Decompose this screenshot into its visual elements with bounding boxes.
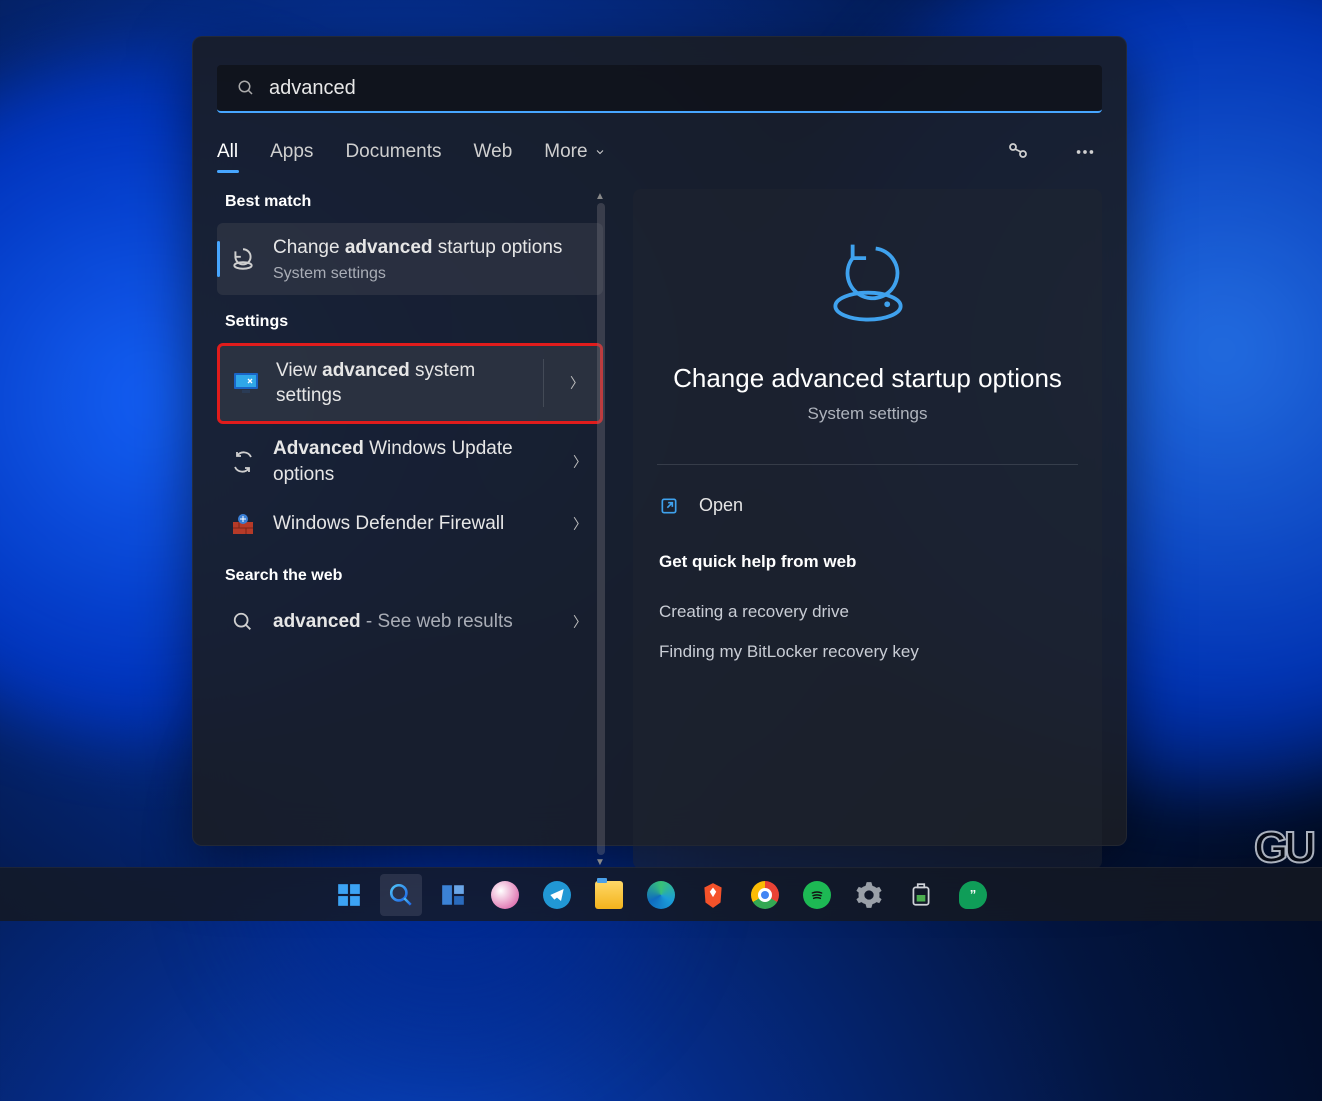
quick-help-header: Get quick help from web xyxy=(659,552,1078,572)
tab-more-label: More xyxy=(544,141,587,163)
recovery-icon xyxy=(229,246,257,272)
scrollbar[interactable]: ▲ ▼ xyxy=(593,189,607,869)
result-title: advanced - See web results xyxy=(273,609,551,635)
quick-link-bitlocker-key[interactable]: Finding my BitLocker recovery key xyxy=(657,632,1078,672)
section-settings: Settings xyxy=(225,313,603,331)
taskbar-app-explorer[interactable] xyxy=(588,874,630,916)
chevron-right-icon[interactable]: 〉 xyxy=(567,612,593,632)
taskbar-app-spotify[interactable] xyxy=(796,874,838,916)
search-icon xyxy=(229,611,257,633)
quick-link-recovery-drive[interactable]: Creating a recovery drive xyxy=(657,592,1078,632)
preview-card: Change advanced startup options System s… xyxy=(633,189,1102,869)
result-search-web[interactable]: advanced - See web results 〉 xyxy=(217,597,603,647)
tab-apps[interactable]: Apps xyxy=(270,141,313,163)
taskbar-app-brave[interactable] xyxy=(692,874,734,916)
chevron-right-icon[interactable]: 〉 xyxy=(567,514,593,534)
more-options-icon[interactable] xyxy=(1068,135,1102,169)
tab-all[interactable]: All xyxy=(217,141,238,163)
result-subtitle: System settings xyxy=(273,265,593,283)
result-windows-defender-firewall[interactable]: Windows Defender Firewall 〉 xyxy=(217,499,603,549)
divider xyxy=(543,359,544,407)
open-label: Open xyxy=(699,495,743,516)
monitor-icon xyxy=(232,372,260,394)
taskbar-app-edge[interactable] xyxy=(640,874,682,916)
result-best-match[interactable]: Change advanced startup options System s… xyxy=(217,223,603,295)
tab-documents[interactable]: Documents xyxy=(345,141,441,163)
scroll-thumb[interactable] xyxy=(597,203,605,855)
search-scope-icon[interactable] xyxy=(1000,134,1036,170)
recovery-icon xyxy=(657,237,1078,333)
watermark-logo: GU xyxy=(1254,823,1312,873)
search-input[interactable] xyxy=(269,77,1082,100)
tab-more[interactable]: More xyxy=(544,141,605,163)
taskbar-app-hangouts[interactable]: ” xyxy=(952,874,994,916)
scroll-up-icon[interactable]: ▲ xyxy=(593,189,607,203)
result-title: View advanced system settings xyxy=(276,358,527,409)
start-button[interactable] xyxy=(328,874,370,916)
result-advanced-windows-update[interactable]: Advanced Windows Update options 〉 xyxy=(217,424,603,499)
chevron-down-icon xyxy=(594,146,606,158)
result-title: Change advanced startup options xyxy=(273,235,593,261)
search-box[interactable] xyxy=(217,65,1102,113)
taskbar-app-settings[interactable] xyxy=(848,874,890,916)
preview-pane: Change advanced startup options System s… xyxy=(603,189,1126,869)
chevron-right-icon[interactable]: 〉 xyxy=(564,373,590,393)
taskbar-app-telegram[interactable] xyxy=(536,874,578,916)
taskbar-search-button[interactable] xyxy=(380,874,422,916)
result-view-advanced-system-settings[interactable]: View advanced system settings 〉 xyxy=(217,343,603,424)
search-panel: All Apps Documents Web More Best match xyxy=(192,36,1127,846)
firewall-icon xyxy=(229,512,257,536)
preview-subtitle: System settings xyxy=(657,404,1078,424)
result-title: Advanced Windows Update options xyxy=(273,436,551,487)
filter-tabs: All Apps Documents Web More xyxy=(217,133,1102,171)
open-action[interactable]: Open xyxy=(657,491,1078,520)
chevron-right-icon[interactable]: 〉 xyxy=(567,452,593,472)
divider xyxy=(657,464,1078,465)
taskbar: ” xyxy=(0,867,1322,921)
taskbar-battery-icon[interactable] xyxy=(900,874,942,916)
section-best-match: Best match xyxy=(225,193,603,211)
tab-web[interactable]: Web xyxy=(474,141,513,163)
open-icon xyxy=(659,496,679,516)
search-icon xyxy=(237,79,255,97)
sync-icon xyxy=(229,450,257,474)
section-search-web: Search the web xyxy=(225,567,603,585)
result-title: Windows Defender Firewall xyxy=(273,511,551,537)
taskbar-app-snip[interactable] xyxy=(484,874,526,916)
taskbar-task-view[interactable] xyxy=(432,874,474,916)
preview-title: Change advanced startup options xyxy=(657,363,1078,394)
results-list: Best match Change advanced startup optio… xyxy=(193,189,603,869)
taskbar-app-chrome[interactable] xyxy=(744,874,786,916)
